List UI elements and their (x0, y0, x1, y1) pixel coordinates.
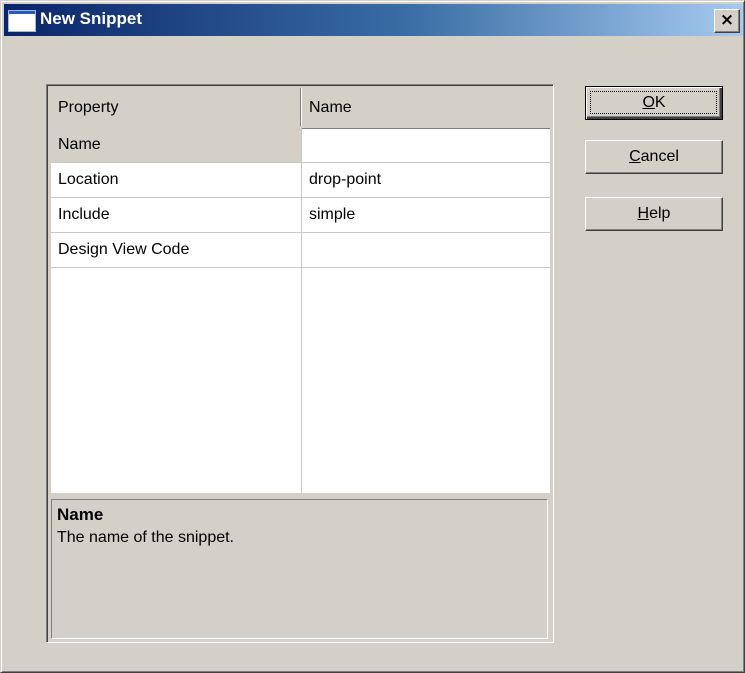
table-header: Property Name (51, 88, 550, 129)
property-value-cell[interactable]: drop-point (302, 163, 550, 197)
ok-button[interactable]: OK (585, 86, 723, 120)
property-value-cell[interactable]: simple (302, 198, 550, 232)
property-grid: Property Name Name Location drop-point I… (46, 84, 554, 643)
description-text: The name of the snippet. (57, 529, 234, 546)
cancel-button[interactable]: Cancel (585, 140, 723, 174)
description-title: Name (57, 505, 104, 524)
property-name-cell[interactable]: Location (51, 163, 301, 197)
property-value-cell[interactable] (302, 233, 550, 267)
title-bar[interactable]: New Snippet × (4, 4, 743, 36)
dialog-window: New Snippet × Property Name Name Locatio… (0, 0, 745, 673)
property-value-cell[interactable] (302, 128, 550, 162)
description-panel: Name The name of the snippet. (51, 499, 548, 639)
window-icon (8, 10, 36, 32)
column-header-name[interactable]: Name (302, 88, 550, 126)
property-table: Property Name Name Location drop-point I… (51, 88, 550, 493)
help-button[interactable]: Help (585, 197, 723, 231)
property-name-cell[interactable]: Include (51, 198, 301, 232)
window-title: New Snippet (40, 9, 143, 28)
close-button[interactable]: × (714, 9, 740, 33)
column-header-property[interactable]: Property (51, 88, 301, 126)
column-divider (301, 128, 302, 493)
property-name-cell[interactable]: Name (51, 128, 301, 162)
property-name-cell[interactable]: Design View Code (51, 233, 301, 267)
